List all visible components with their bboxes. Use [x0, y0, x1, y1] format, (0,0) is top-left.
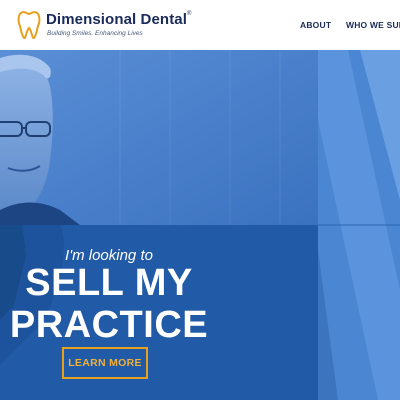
hero-headline-line-2: PRACTICE [9, 304, 209, 346]
main-nav: ABOUT WHO WE SUPP [0, 20, 400, 34]
trademark-mark: ® [187, 11, 192, 17]
hero-headline-line-1: SELL MY [25, 262, 193, 304]
nav-about[interactable]: ABOUT [300, 20, 331, 30]
hero-banner [0, 50, 400, 400]
hero-photo [0, 50, 318, 225]
nav-who-we-support[interactable]: WHO WE SUPP [346, 20, 400, 30]
learn-more-button[interactable]: LEARN MORE [62, 347, 148, 379]
decorative-panel [318, 50, 400, 400]
site-header: Dimensional Dental® Building Smiles. Enh… [0, 0, 400, 50]
